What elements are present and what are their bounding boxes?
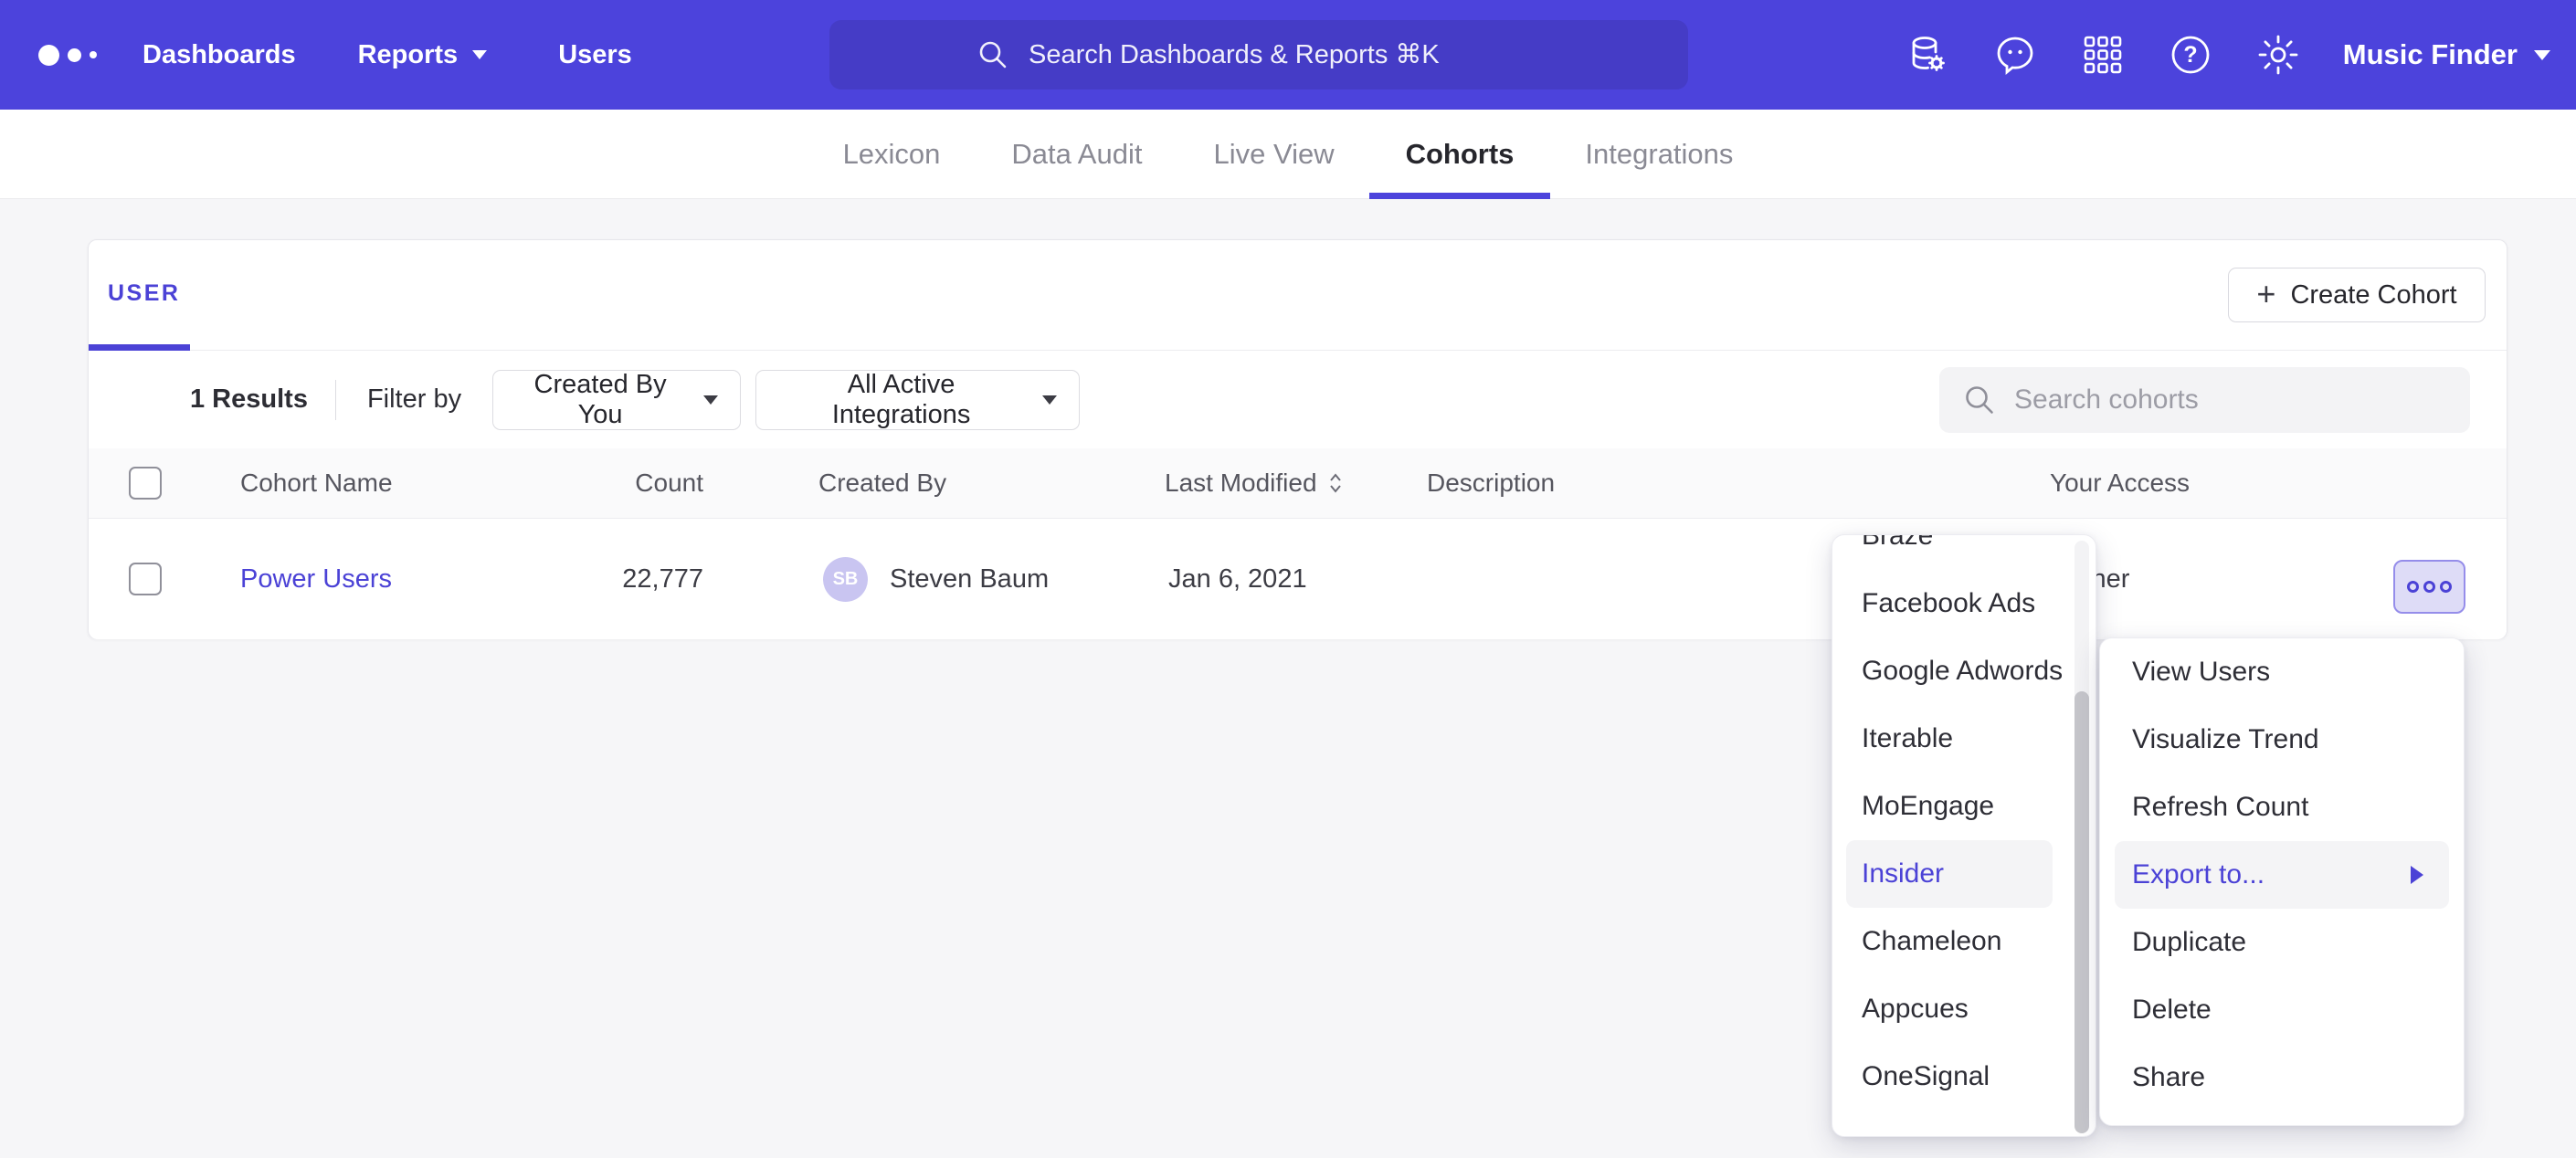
export-submenu: Braze Facebook Ads Google Adwords Iterab… [1832,534,2096,1137]
column-header-cohort-name[interactable]: Cohort Name [240,448,393,518]
filter-by-label: Filter by [367,384,461,415]
created-by-cell: SB Steven Baum [823,519,1049,639]
chevron-down-icon [2534,50,2550,60]
scrollbar-thumb[interactable] [2075,691,2089,1133]
menu-item-view-users[interactable]: View Users [2100,638,2464,706]
more-dot-icon [2423,581,2435,593]
chevron-down-icon [472,50,487,59]
export-submenu-list: Braze Facebook Ads Google Adwords Iterab… [1832,534,2096,1111]
menu-item-visualize-trend[interactable]: Visualize Trend [2100,706,2464,774]
dropdown-label: Created By You [515,370,685,430]
logo-dot-small [90,51,97,58]
nav-right-cluster: ? Music Finder [1905,0,2576,110]
nav-item-label: Reports [358,40,459,70]
submenu-item-insider[interactable]: Insider [1846,840,2053,908]
top-nav: Dashboards Reports Users [0,0,2576,110]
menu-item-delete[interactable]: Delete [2100,976,2464,1044]
row-more-actions-button[interactable] [2393,560,2465,614]
column-header-your-access[interactable]: Your Access [2050,448,2190,518]
column-header-label: Last Modified [1165,468,1317,498]
create-cohort-label: Create Cohort [2290,280,2456,311]
global-search[interactable] [829,20,1688,89]
row-context-menu: View Users Visualize Trend Refresh Count… [2099,637,2465,1126]
last-modified-cell: Jan 6, 2021 [1168,519,1307,639]
created-by-filter-dropdown[interactable]: Created By You [492,370,741,430]
submenu-arrow-icon [2411,866,2423,884]
table-header: Cohort Name Count Created By Last Modifi… [89,448,2507,519]
global-search-input[interactable] [1029,40,1540,70]
submenu-item-moengage[interactable]: MoEngage [1832,773,2096,840]
menu-item-refresh-count[interactable]: Refresh Count [2100,774,2464,841]
select-all-checkbox[interactable] [129,467,162,500]
apps-grid-icon[interactable] [2080,32,2126,78]
tab-data-audit[interactable]: Data Audit [1011,110,1142,199]
cohorts-card: USER + Create Cohort 1 Results Filter by… [88,239,2507,639]
nav-item-users[interactable]: Users [558,40,632,70]
data-tabs: Lexicon Data Audit Live View Cohorts Int… [0,110,2576,199]
logo-dot-large [38,45,59,66]
dropdown-label: All Active Integrations [778,370,1024,430]
menu-item-duplicate[interactable]: Duplicate [2100,909,2464,976]
nav-item-label: Dashboards [143,40,296,70]
submenu-item-onesignal[interactable]: OneSignal [1832,1043,2096,1111]
cohort-count-cell: 22,777 [539,519,703,639]
divider [335,380,336,420]
menu-item-share[interactable]: Share [2100,1044,2464,1111]
cohort-link[interactable]: Power Users [240,564,392,595]
active-tab-underline [89,344,190,351]
nav-item-label: Users [558,40,632,70]
cohort-search[interactable] [1939,367,2470,433]
filter-toolbar: 1 Results Filter by Created By You All A… [89,351,2507,448]
project-switcher[interactable]: Music Finder [2343,38,2550,71]
settings-gear-icon[interactable] [2255,32,2301,78]
search-icon [1963,384,1996,416]
submenu-item-google-adwords[interactable]: Google Adwords [1832,637,2096,705]
logo-dot-medium [68,48,81,62]
menu-item-export-to[interactable]: Export to... [2115,841,2449,909]
submenu-item-braze[interactable]: Braze [1832,534,2096,570]
row-checkbox[interactable] [129,563,162,595]
column-header-last-modified[interactable]: Last Modified [1165,448,1343,518]
avatar: SB [823,557,868,602]
table-row: Power Users 22,777 SB Steven Baum Jan 6,… [89,519,2507,639]
nav-item-reports[interactable]: Reports [358,40,488,70]
integrations-filter-dropdown[interactable]: All Active Integrations [755,370,1080,430]
cohort-type-tabs: USER + Create Cohort [89,240,2507,351]
search-icon [977,39,1008,70]
menu-item-label: Export to... [2132,859,2265,890]
chevron-down-icon [703,395,718,405]
submenu-item-appcues[interactable]: Appcues [1832,975,2096,1043]
sort-icon [1328,472,1343,494]
tab-live-view[interactable]: Live View [1213,110,1334,199]
feedback-icon[interactable] [1992,32,2038,78]
created-by-name: Steven Baum [890,564,1049,595]
more-dot-icon [2440,581,2452,593]
tab-user-cohorts[interactable]: USER [108,280,180,307]
submenu-item-iterable[interactable]: Iterable [1832,705,2096,773]
nav-item-dashboards[interactable]: Dashboards [143,40,296,70]
tab-integrations[interactable]: Integrations [1585,110,1733,199]
tab-cohorts[interactable]: Cohorts [1406,110,1515,199]
more-dot-icon [2407,581,2419,593]
plus-icon: + [2256,278,2275,311]
create-cohort-button[interactable]: + Create Cohort [2228,268,2486,322]
submenu-item-chameleon[interactable]: Chameleon [1832,908,2096,975]
mixpanel-logo[interactable] [38,45,111,66]
column-header-created-by[interactable]: Created By [818,448,946,518]
tab-lexicon[interactable]: Lexicon [843,110,941,199]
cohort-search-input[interactable] [2014,384,2416,416]
results-count: 1 Results [190,384,308,415]
chevron-down-icon [1042,395,1057,405]
column-header-description[interactable]: Description [1427,448,1555,518]
svg-text:?: ? [2183,42,2197,68]
help-icon[interactable]: ? [2168,32,2213,78]
project-name: Music Finder [2343,38,2518,71]
data-management-icon[interactable] [1905,32,1950,78]
column-header-count[interactable]: Count [539,448,703,518]
cohort-name-cell: Power Users [240,519,392,639]
submenu-item-facebook-ads[interactable]: Facebook Ads [1832,570,2096,637]
